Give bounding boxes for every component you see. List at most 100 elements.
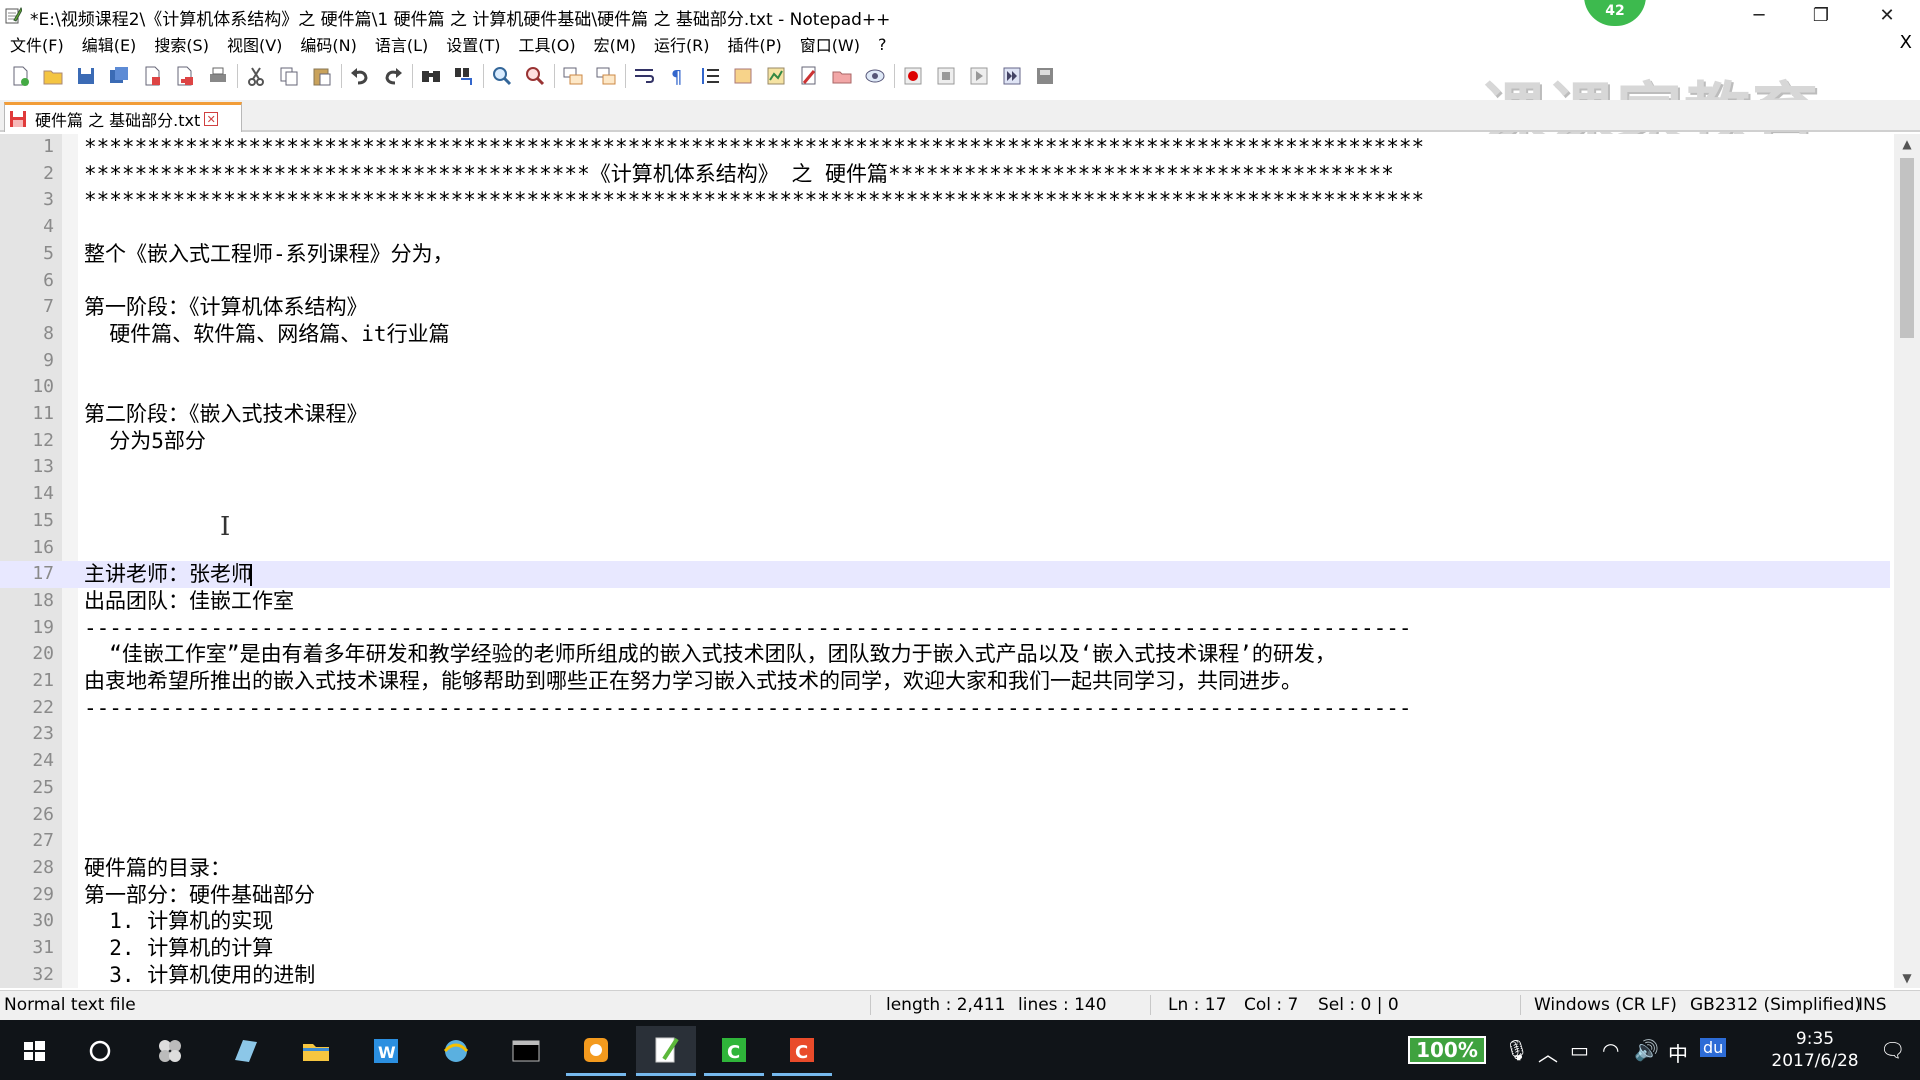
- close-document-button[interactable]: X: [1900, 32, 1912, 53]
- editor-line[interactable]: 6: [0, 268, 1890, 295]
- scroll-down-icon[interactable]: ▼: [1894, 968, 1920, 988]
- system-clock[interactable]: 9:35 2017/6/28: [1770, 1028, 1860, 1072]
- menu-language[interactable]: 语言(L): [366, 32, 437, 56]
- search-cortana-button[interactable]: [70, 1026, 130, 1076]
- find-icon[interactable]: [417, 62, 445, 90]
- replace-icon[interactable]: [450, 62, 478, 90]
- doc-map-icon[interactable]: [762, 62, 790, 90]
- editor-line[interactable]: 9: [0, 348, 1890, 375]
- editor-line[interactable]: 8 硬件篇、软件篇、网络篇、it行业篇: [0, 321, 1890, 348]
- editor-line[interactable]: 21 由衷地希望所推出的嵌入式技术课程，能够帮助到哪些正在努力学习嵌入式技术的同学…: [0, 668, 1890, 695]
- microphone-icon[interactable]: 🎙: [1504, 1038, 1529, 1062]
- wifi-icon[interactable]: ◠: [1602, 1038, 1619, 1062]
- indent-guide-icon[interactable]: [696, 62, 724, 90]
- udl-icon[interactable]: [729, 62, 757, 90]
- show-all-chars-icon[interactable]: ¶: [663, 62, 691, 90]
- scrollbar-thumb[interactable]: [1900, 158, 1914, 338]
- editor-line[interactable]: 18 出品团队：佳嵌工作室: [0, 588, 1890, 615]
- paste-icon[interactable]: [308, 62, 336, 90]
- editor-line[interactable]: 13: [0, 454, 1890, 481]
- editor-line[interactable]: 10: [0, 374, 1890, 401]
- status-eol[interactable]: Windows (CR LF): [1534, 995, 1677, 1015]
- taskbar-terminal[interactable]: [496, 1026, 556, 1076]
- macro-record-icon[interactable]: [899, 62, 927, 90]
- tab-close-icon[interactable]: ✕: [204, 111, 219, 126]
- editor-line[interactable]: 32 3. 计算机使用的进制: [0, 962, 1890, 988]
- taskbar-notepad-plus-plus[interactable]: [636, 1026, 696, 1076]
- battery-icon[interactable]: ▭: [1570, 1038, 1589, 1062]
- editor-line[interactable]: 2 ***************************************…: [0, 161, 1890, 188]
- editor-line[interactable]: 27: [0, 828, 1890, 855]
- menu-view[interactable]: 视图(V): [218, 32, 291, 56]
- taskbar-video-app[interactable]: [566, 1026, 626, 1076]
- text-editor[interactable]: 1 ***************************************…: [0, 134, 1920, 988]
- editor-line[interactable]: 28 硬件篇的目录：: [0, 855, 1890, 882]
- menu-run[interactable]: 运行(R): [645, 32, 719, 56]
- undo-icon[interactable]: [346, 62, 374, 90]
- cut-icon[interactable]: [242, 62, 270, 90]
- folder-workspace-icon[interactable]: [828, 62, 856, 90]
- editor-line[interactable]: 7 第一阶段：《计算机体系结构》: [0, 294, 1890, 321]
- taskbar-camtasia-green[interactable]: C: [704, 1026, 764, 1076]
- tab-file[interactable]: 硬件篇 之 基础部分.txt ✕: [4, 102, 242, 132]
- editor-line[interactable]: 4: [0, 214, 1890, 241]
- macro-stop-icon[interactable]: [932, 62, 960, 90]
- menu-macro[interactable]: 宏(M): [585, 32, 645, 56]
- chevron-up-icon[interactable]: ︿: [1538, 1038, 1558, 1067]
- vertical-scrollbar[interactable]: ▲ ▼: [1894, 134, 1920, 988]
- open-file-icon[interactable]: [39, 62, 67, 90]
- zoom-in-icon[interactable]: [488, 62, 516, 90]
- sync-horizontal-icon[interactable]: [592, 62, 620, 90]
- editor-line[interactable]: 17 主讲老师：张老师: [0, 561, 1890, 588]
- taskbar-app-ime[interactable]: [140, 1026, 200, 1076]
- ime-language-indicator[interactable]: 中: [1668, 1038, 1688, 1067]
- save-icon[interactable]: [72, 62, 100, 90]
- taskbar-app-reader[interactable]: [216, 1026, 276, 1076]
- editor-line[interactable]: 22 --------------------------------------…: [0, 695, 1890, 722]
- baidu-ime-icon[interactable]: du: [1700, 1038, 1727, 1057]
- editor-line[interactable]: 16: [0, 535, 1890, 562]
- editor-line[interactable]: 23: [0, 721, 1890, 748]
- editor-line[interactable]: 1 ***************************************…: [0, 134, 1890, 161]
- restore-button[interactable]: ❐: [1790, 0, 1852, 30]
- zoom-out-icon[interactable]: [521, 62, 549, 90]
- macro-save-icon[interactable]: [1031, 62, 1059, 90]
- macro-run-multiple-icon[interactable]: [998, 62, 1026, 90]
- action-center-icon[interactable]: 🗨: [1880, 1038, 1905, 1062]
- editor-line[interactable]: 3 ***************************************…: [0, 187, 1890, 214]
- monitoring-icon[interactable]: [861, 62, 889, 90]
- menu-file[interactable]: 文件(F): [0, 32, 73, 56]
- scroll-up-icon[interactable]: ▲: [1894, 134, 1920, 154]
- editor-line[interactable]: 15: [0, 508, 1890, 535]
- print-icon[interactable]: [204, 62, 232, 90]
- word-wrap-icon[interactable]: [630, 62, 658, 90]
- menu-help[interactable]: ?: [869, 35, 896, 54]
- taskbar-word[interactable]: W: [356, 1026, 416, 1076]
- minimize-button[interactable]: ─: [1728, 0, 1790, 30]
- status-encoding[interactable]: GB2312 (Simplified): [1690, 995, 1861, 1015]
- editor-line[interactable]: 25: [0, 775, 1890, 802]
- new-file-icon[interactable]: [6, 62, 34, 90]
- notification-badge[interactable]: 42: [1584, 0, 1646, 26]
- start-button[interactable]: [4, 1026, 64, 1076]
- editor-line[interactable]: 5 整个《嵌入式工程师-系列课程》分为，: [0, 241, 1890, 268]
- copy-icon[interactable]: [275, 62, 303, 90]
- editor-line[interactable]: 12 分为5部分: [0, 428, 1890, 455]
- menu-search[interactable]: 搜索(S): [145, 32, 218, 56]
- menu-plugins[interactable]: 插件(P): [719, 32, 791, 56]
- editor-line[interactable]: 19 --------------------------------------…: [0, 615, 1890, 642]
- taskbar-camtasia-red[interactable]: C: [772, 1026, 832, 1076]
- save-all-icon[interactable]: [105, 62, 133, 90]
- menu-settings[interactable]: 设置(T): [437, 32, 509, 56]
- volume-icon[interactable]: 🔊: [1634, 1038, 1659, 1062]
- editor-line[interactable]: 11 第二阶段：《嵌入式技术课程》: [0, 401, 1890, 428]
- editor-line[interactable]: 14: [0, 481, 1890, 508]
- editor-line[interactable]: 24: [0, 748, 1890, 775]
- battery-percent-badge[interactable]: 100%: [1408, 1036, 1486, 1064]
- macro-play-icon[interactable]: [965, 62, 993, 90]
- menu-tools[interactable]: 工具(O): [510, 32, 585, 56]
- close-all-icon[interactable]: [171, 62, 199, 90]
- menu-window[interactable]: 窗口(W): [791, 32, 869, 56]
- taskbar-browser[interactable]: [426, 1026, 486, 1076]
- close-file-icon[interactable]: [138, 62, 166, 90]
